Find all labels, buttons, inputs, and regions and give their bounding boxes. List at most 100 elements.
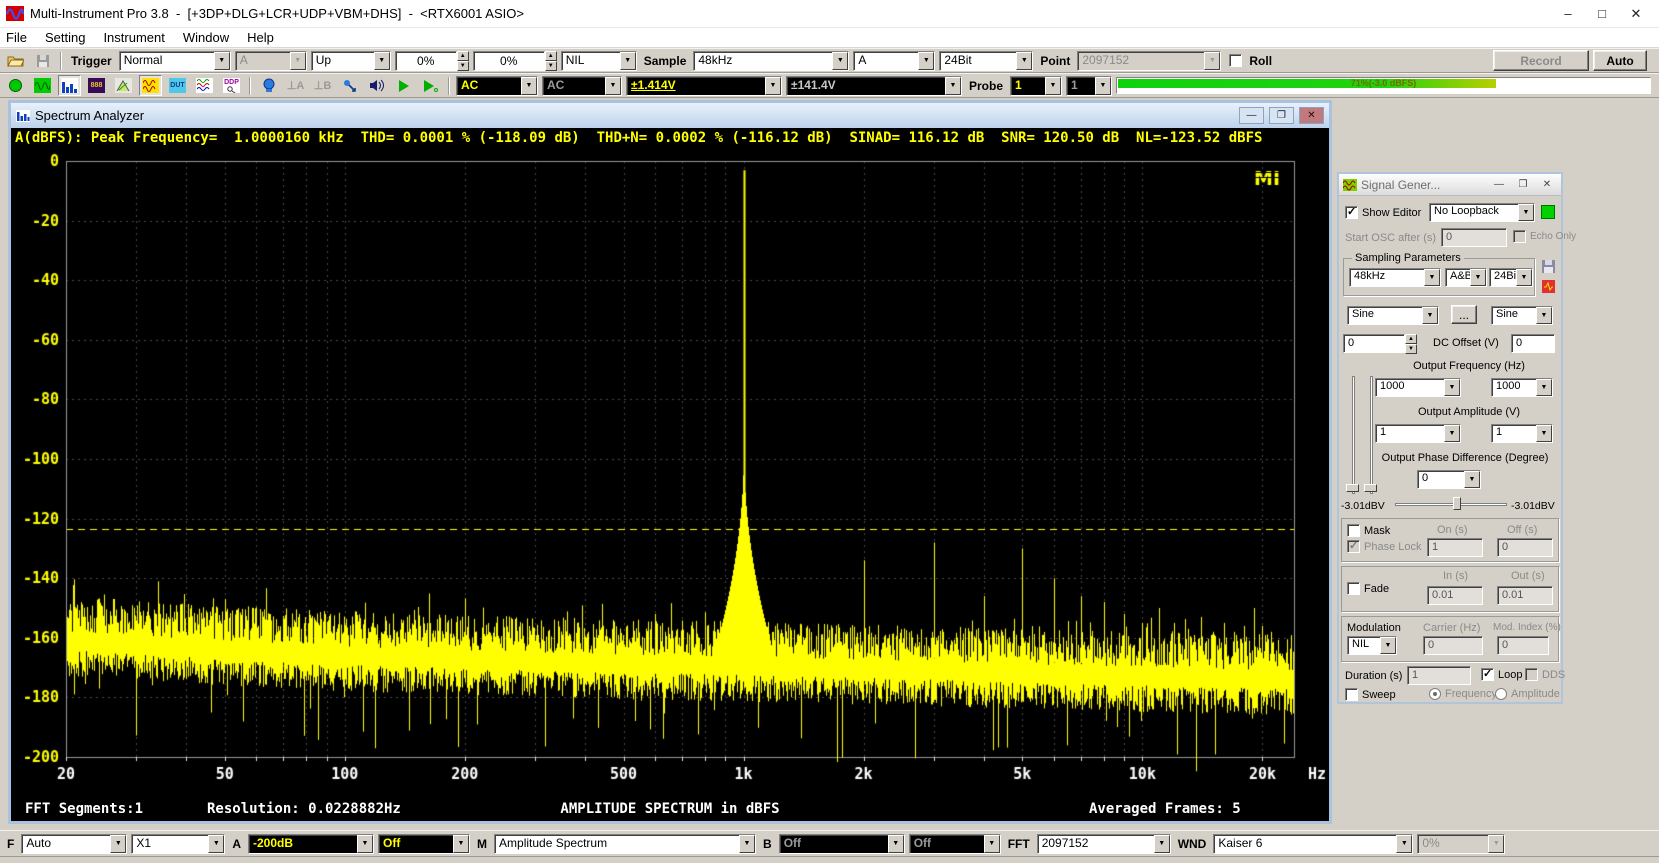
modulation-type-combo[interactable]: NIL▼ (1347, 636, 1397, 655)
chevron-down-icon[interactable]: ▼ (1518, 204, 1534, 221)
trigger-level-input[interactable]: 0% (395, 51, 457, 71)
chevron-down-icon[interactable]: ▼ (374, 52, 390, 70)
roll-checkbox-box[interactable] (1229, 54, 1242, 67)
chevron-down-icon[interactable]: ▼ (1444, 425, 1460, 442)
chevron-down-icon[interactable]: ▼ (739, 835, 755, 853)
chevron-down-icon[interactable]: ▼ (1380, 637, 1396, 654)
menu-setting[interactable]: Setting (45, 30, 85, 45)
phase-difference-combo[interactable]: 0▼ (1417, 470, 1481, 489)
chevron-down-icon[interactable]: ▼ (1424, 269, 1440, 286)
waveform-b-combo[interactable]: Sine▼ (1491, 306, 1553, 325)
frequency-b-combo[interactable]: 1000▼ (1491, 378, 1553, 397)
coupling-a-combo[interactable]: AC▼ (456, 76, 538, 96)
input-device-icon[interactable] (257, 75, 280, 96)
amplitude-b-combo[interactable]: 1▼ (1491, 424, 1553, 443)
menu-instrument[interactable]: Instrument (103, 30, 164, 45)
chevron-down-icon[interactable]: ▼ (521, 77, 537, 95)
oscilloscope-icon[interactable] (31, 75, 54, 96)
probe-calibration-icon[interactable] (338, 75, 361, 96)
show-editor-checkbox[interactable]: Show Editor (1345, 206, 1421, 219)
chevron-down-icon[interactable]: ▼ (1470, 269, 1486, 286)
chevron-down-icon[interactable]: ▼ (208, 835, 224, 853)
gen-bits-combo[interactable]: 24Bit▼ (1489, 268, 1533, 287)
sampling-rate-combo[interactable]: 48kHz▼ (693, 51, 849, 71)
amplitude-slider-b[interactable] (1363, 376, 1379, 494)
spin-up-icon[interactable]: ▲ (457, 51, 469, 61)
spectrum-plot[interactable] (11, 150, 1329, 799)
gen-rate-combo[interactable]: 48kHz▼ (1349, 268, 1441, 287)
chevron-down-icon[interactable]: ▼ (1464, 471, 1480, 488)
menu-window[interactable]: Window (183, 30, 229, 45)
speaker-icon[interactable] (365, 75, 388, 96)
chevron-down-icon[interactable]: ▼ (214, 52, 230, 70)
a-reference-combo[interactable]: Off▼ (378, 834, 470, 854)
dc-offset-b-input[interactable]: 0 (1511, 334, 1555, 353)
chevron-down-icon[interactable]: ▼ (110, 835, 126, 853)
spectrum-restore-button[interactable]: ❐ (1269, 107, 1294, 124)
spin-up-icon[interactable]: ▲ (545, 51, 557, 61)
gen-channels-combo[interactable]: A&B▼ (1445, 268, 1487, 287)
spectrum-analyzer-icon[interactable] (58, 75, 81, 96)
trigger-hpf-combo[interactable]: NIL▼ (561, 51, 637, 71)
device-test-plan-icon[interactable]: DUT (166, 75, 189, 96)
signal-generator-icon[interactable] (139, 75, 162, 96)
chevron-down-icon[interactable]: ▼ (1154, 835, 1170, 853)
ddp-viewer-icon[interactable]: DDP (220, 75, 243, 96)
close-button[interactable]: ✕ (1619, 3, 1653, 25)
trigger-edge-combo[interactable]: Up▼ (311, 51, 391, 71)
chevron-down-icon[interactable]: ▼ (1536, 307, 1552, 324)
zoom-factor-combo[interactable]: X1▼ (131, 834, 225, 854)
dc-offset-spinner[interactable]: ▲▼ (1405, 334, 1417, 353)
chevron-down-icon[interactable]: ▼ (357, 835, 373, 853)
a-range-combo[interactable]: -200dB▼ (248, 834, 374, 854)
chevron-down-icon[interactable]: ▼ (1444, 379, 1460, 396)
range-a-combo[interactable]: ±1.414V▼ (626, 76, 782, 96)
minimize-button[interactable]: – (1551, 3, 1585, 25)
slider-thumb[interactable] (1364, 484, 1377, 492)
fft-size-combo[interactable]: 2097152▼ (1037, 834, 1171, 854)
menu-help[interactable]: Help (247, 30, 274, 45)
window-function-combo[interactable]: Kaiser 6▼ (1213, 834, 1413, 854)
run-loop-icon[interactable] (419, 75, 442, 96)
siggen-close-button[interactable]: ✕ (1537, 177, 1557, 192)
frequency-range-combo[interactable]: Auto▼ (21, 834, 127, 854)
chevron-down-icon[interactable]: ▼ (1045, 77, 1061, 95)
loopback-combo[interactable]: No Loopback▼ (1429, 203, 1535, 222)
slider-thumb[interactable] (1346, 484, 1359, 492)
chevron-down-icon[interactable]: ▼ (918, 52, 934, 70)
sampling-channel-combo[interactable]: A▼ (853, 51, 935, 71)
spectrum-window-titlebar[interactable]: Spectrum Analyzer — ❐ ✕ (11, 103, 1329, 128)
run-indicator-icon[interactable] (4, 75, 27, 96)
save-signal-icon[interactable] (1539, 258, 1557, 274)
chevron-down-icon[interactable]: ▼ (1516, 269, 1532, 286)
spectrum-close-button[interactable]: ✕ (1299, 107, 1324, 124)
spin-down-icon[interactable]: ▼ (545, 61, 557, 71)
menu-file[interactable]: File (6, 30, 27, 45)
siggen-minimize-button[interactable]: — (1489, 177, 1509, 192)
multimeter-icon[interactable]: 888 (85, 75, 108, 96)
waveform-more-button[interactable]: ... (1451, 305, 1477, 324)
chevron-down-icon[interactable]: ▼ (832, 52, 848, 70)
siggen-restore-button[interactable]: ❐ (1513, 177, 1533, 192)
amplitude-a-combo[interactable]: 1▼ (1375, 424, 1461, 443)
dds-hardware-icon[interactable] (1539, 278, 1557, 294)
bit-depth-combo[interactable]: 24Bit▼ (939, 51, 1033, 71)
frequency-a-combo[interactable]: 1000▼ (1375, 378, 1461, 397)
sweep-checkbox[interactable]: Sweep (1345, 688, 1396, 701)
spectrum-canvas[interactable] (11, 150, 1329, 799)
amplitude-slider-a[interactable] (1345, 376, 1361, 494)
auto-button[interactable]: Auto (1593, 50, 1647, 71)
spin-down-icon[interactable]: ▼ (457, 61, 469, 71)
chevron-down-icon[interactable]: ▼ (1536, 425, 1552, 442)
chevron-down-icon[interactable]: ▼ (1016, 52, 1032, 70)
chevron-down-icon[interactable]: ▼ (1536, 379, 1552, 396)
waveform-a-combo[interactable]: Sine▼ (1347, 306, 1439, 325)
chevron-down-icon[interactable]: ▼ (620, 52, 636, 70)
mask-checkbox[interactable]: Mask (1347, 524, 1390, 537)
spectrum-3d-plot-icon[interactable] (112, 75, 135, 96)
probe-a-combo[interactable]: 1▼ (1010, 76, 1062, 96)
spectrum-minimize-button[interactable]: — (1239, 107, 1264, 124)
output-enable-button[interactable] (1541, 205, 1555, 219)
chevron-down-icon[interactable]: ▼ (1422, 307, 1438, 324)
trigger-delay-input[interactable]: 0% (473, 51, 545, 71)
